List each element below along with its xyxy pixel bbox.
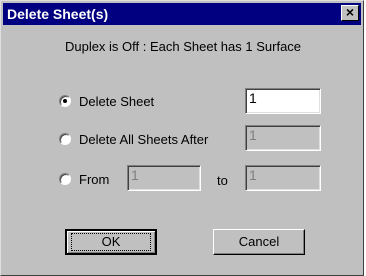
from-input: 1 <box>127 165 201 191</box>
dialog-title: Delete Sheet(s) <box>7 6 109 22</box>
close-button[interactable]: × <box>341 5 359 21</box>
duplex-info-text: Duplex is Off : Each Sheet has 1 Surface <box>64 39 302 54</box>
cancel-button-label: Cancel <box>238 234 280 249</box>
delete-sheet-option[interactable]: Delete Sheet <box>59 91 154 111</box>
delete-all-after-label: Delete All Sheets After <box>79 131 209 147</box>
ok-button[interactable]: OK <box>65 229 157 255</box>
to-label: to <box>217 173 228 188</box>
ok-button-label: OK <box>70 233 152 251</box>
delete-all-after-input: 1 <box>245 125 321 151</box>
from-radio[interactable] <box>59 173 71 185</box>
to-input: 1 <box>245 165 321 191</box>
delete-sheet-label: Delete Sheet <box>79 93 155 109</box>
delete-all-after-radio[interactable] <box>59 133 71 145</box>
delete-sheets-dialog: Delete Sheet(s) × Duplex is Off : Each S… <box>0 0 364 276</box>
delete-sheet-input[interactable]: 1 <box>245 88 321 114</box>
from-option[interactable]: From <box>59 169 109 189</box>
delete-sheet-radio[interactable] <box>59 95 71 107</box>
title-bar: Delete Sheet(s) × <box>3 3 361 25</box>
delete-all-after-option[interactable]: Delete All Sheets After <box>59 129 208 149</box>
from-label: From <box>79 171 110 187</box>
close-icon: × <box>345 4 355 20</box>
cancel-button[interactable]: Cancel <box>213 229 305 255</box>
